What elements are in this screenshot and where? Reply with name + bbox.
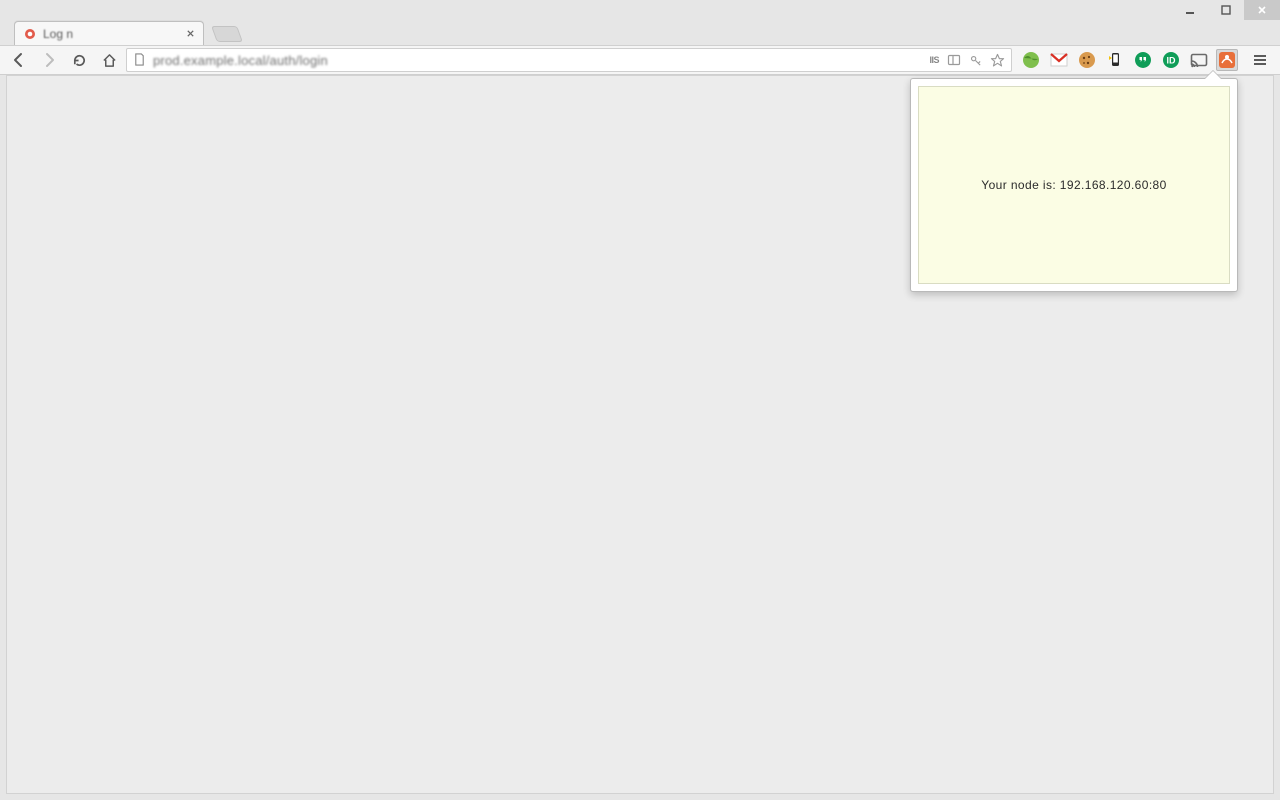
extension-hangouts-icon[interactable] xyxy=(1132,49,1154,71)
chrome-menu-button[interactable] xyxy=(1246,47,1274,73)
window-maximize-button[interactable] xyxy=(1208,0,1244,20)
browser-tab[interactable]: Log n xyxy=(14,21,204,45)
key-icon[interactable] xyxy=(969,54,982,67)
tab-strip: Log n xyxy=(0,20,1280,45)
toolbar: prod.example.local/auth/login IIS xyxy=(0,45,1280,75)
extension-phone-icon[interactable] xyxy=(1104,49,1126,71)
new-tab-button[interactable] xyxy=(211,26,243,42)
bookmark-star-icon[interactable] xyxy=(990,53,1005,68)
extension-id-icon[interactable]: ID xyxy=(1160,49,1182,71)
window-close-button[interactable] xyxy=(1244,0,1280,20)
window-caption-bar xyxy=(0,0,1280,20)
omnibox-right-icons: IIS xyxy=(929,53,1005,68)
address-bar[interactable]: prod.example.local/auth/login IIS xyxy=(126,48,1012,72)
window-minimize-button[interactable] xyxy=(1172,0,1208,20)
svg-text:ID: ID xyxy=(1167,56,1177,66)
extension-globe-icon[interactable] xyxy=(1020,49,1042,71)
panel-icon[interactable] xyxy=(947,53,961,67)
node-message: Your node is: 192.168.120.60:80 xyxy=(981,178,1166,192)
nav-forward-button[interactable] xyxy=(36,47,62,73)
address-bar-url: prod.example.local/auth/login xyxy=(153,53,923,68)
extension-popup: Your node is: 192.168.120.60:80 xyxy=(910,78,1238,292)
tab-title: Log n xyxy=(43,27,177,41)
extension-strip: ID xyxy=(1016,49,1242,71)
iis-indicator-icon: IIS xyxy=(929,55,939,65)
nav-reload-button[interactable] xyxy=(66,47,92,73)
tab-close-button[interactable] xyxy=(183,27,197,41)
extension-cast-icon[interactable] xyxy=(1188,49,1210,71)
extension-node-popup-icon[interactable] xyxy=(1216,49,1238,71)
extension-popup-panel: Your node is: 192.168.120.60:80 xyxy=(918,86,1230,284)
extension-gmail-icon[interactable] xyxy=(1048,49,1070,71)
page-icon xyxy=(133,53,147,67)
nav-home-button[interactable] xyxy=(96,47,122,73)
nav-back-button[interactable] xyxy=(6,47,32,73)
tab-favicon-icon xyxy=(23,27,37,41)
extension-cookie-icon[interactable] xyxy=(1076,49,1098,71)
